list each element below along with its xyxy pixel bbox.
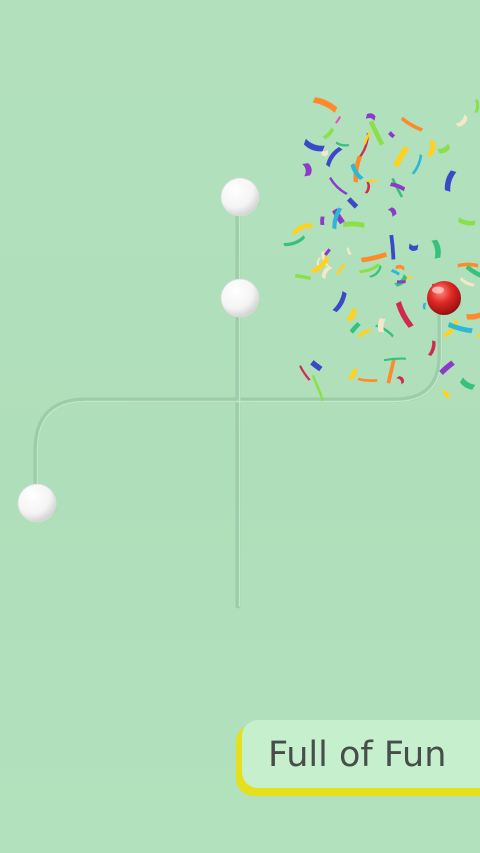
confetti-piece xyxy=(395,301,414,328)
confetti-piece xyxy=(294,273,311,281)
track-left-branch xyxy=(33,397,241,506)
confetti-piece xyxy=(349,322,361,334)
confetti-piece xyxy=(364,181,371,194)
confetti-piece xyxy=(476,320,480,339)
confetti-piece xyxy=(283,235,305,247)
confetti-piece xyxy=(459,377,476,390)
confetti-piece xyxy=(346,247,352,256)
confetti-piece xyxy=(390,269,400,276)
confetti-piece xyxy=(310,360,323,372)
confetti-piece xyxy=(311,375,325,402)
confetti-piece xyxy=(388,131,396,139)
banner-text: Full of Fun xyxy=(268,735,447,775)
confetti-piece xyxy=(343,221,365,228)
confetti-piece xyxy=(299,365,311,381)
confetti-piece xyxy=(368,120,385,146)
confetti-piece xyxy=(320,216,325,226)
confetti-piece xyxy=(395,264,405,271)
confetti-piece xyxy=(292,223,314,236)
banner-face: Full of Fun xyxy=(242,720,480,788)
confetti-piece xyxy=(426,139,436,157)
confetti-piece xyxy=(455,114,468,127)
confetti-piece xyxy=(465,264,480,282)
confetti-piece xyxy=(346,197,359,209)
confetti-piece xyxy=(387,207,397,217)
confetti-piece xyxy=(332,291,347,313)
confetti-piece xyxy=(386,357,396,384)
confetti-piece xyxy=(357,328,372,339)
confetti-piece xyxy=(458,217,476,226)
confetti-piece xyxy=(442,389,451,399)
confetti-piece xyxy=(358,132,369,158)
confetti-piece xyxy=(324,248,331,256)
confetti-piece xyxy=(459,277,475,287)
confetti-piece xyxy=(322,127,335,140)
confetti-piece xyxy=(422,302,427,310)
white-ball[interactable] xyxy=(220,177,260,217)
confetti-piece xyxy=(431,239,441,259)
confetti-piece xyxy=(428,340,436,356)
confetti-piece xyxy=(437,143,451,154)
white-ball[interactable] xyxy=(220,278,260,318)
confetti-piece xyxy=(326,146,343,168)
confetti-piece xyxy=(358,377,378,382)
confetti-piece xyxy=(474,99,480,113)
red-ball[interactable] xyxy=(427,281,461,315)
game-board: Full of Fun xyxy=(0,0,480,853)
confetti-piece xyxy=(365,113,376,121)
confetti-piece xyxy=(335,115,341,124)
track-paths xyxy=(33,195,443,609)
confetti-piece xyxy=(329,176,348,195)
confetti-piece xyxy=(360,252,387,263)
track-right-branch xyxy=(235,295,443,403)
confetti-piece xyxy=(302,163,312,177)
confetti-piece xyxy=(396,280,406,284)
confetti-piece xyxy=(466,311,480,320)
confetti-piece xyxy=(347,368,358,381)
confetti-piece xyxy=(346,307,358,322)
confetti-piece xyxy=(303,138,325,152)
confetti-burst xyxy=(283,97,480,402)
confetti-piece xyxy=(444,170,457,192)
full-of-fun-banner: Full of Fun xyxy=(236,720,480,796)
confetti-piece xyxy=(393,145,410,168)
white-ball[interactable] xyxy=(17,483,57,523)
confetti-piece xyxy=(389,234,396,260)
confetti-piece xyxy=(408,243,419,252)
confetti-piece xyxy=(335,141,350,147)
confetti-piece xyxy=(396,376,405,385)
confetti-piece xyxy=(336,263,347,276)
confetti-piece xyxy=(400,116,423,132)
confetti-piece xyxy=(411,154,423,175)
confetti-piece xyxy=(312,97,338,113)
